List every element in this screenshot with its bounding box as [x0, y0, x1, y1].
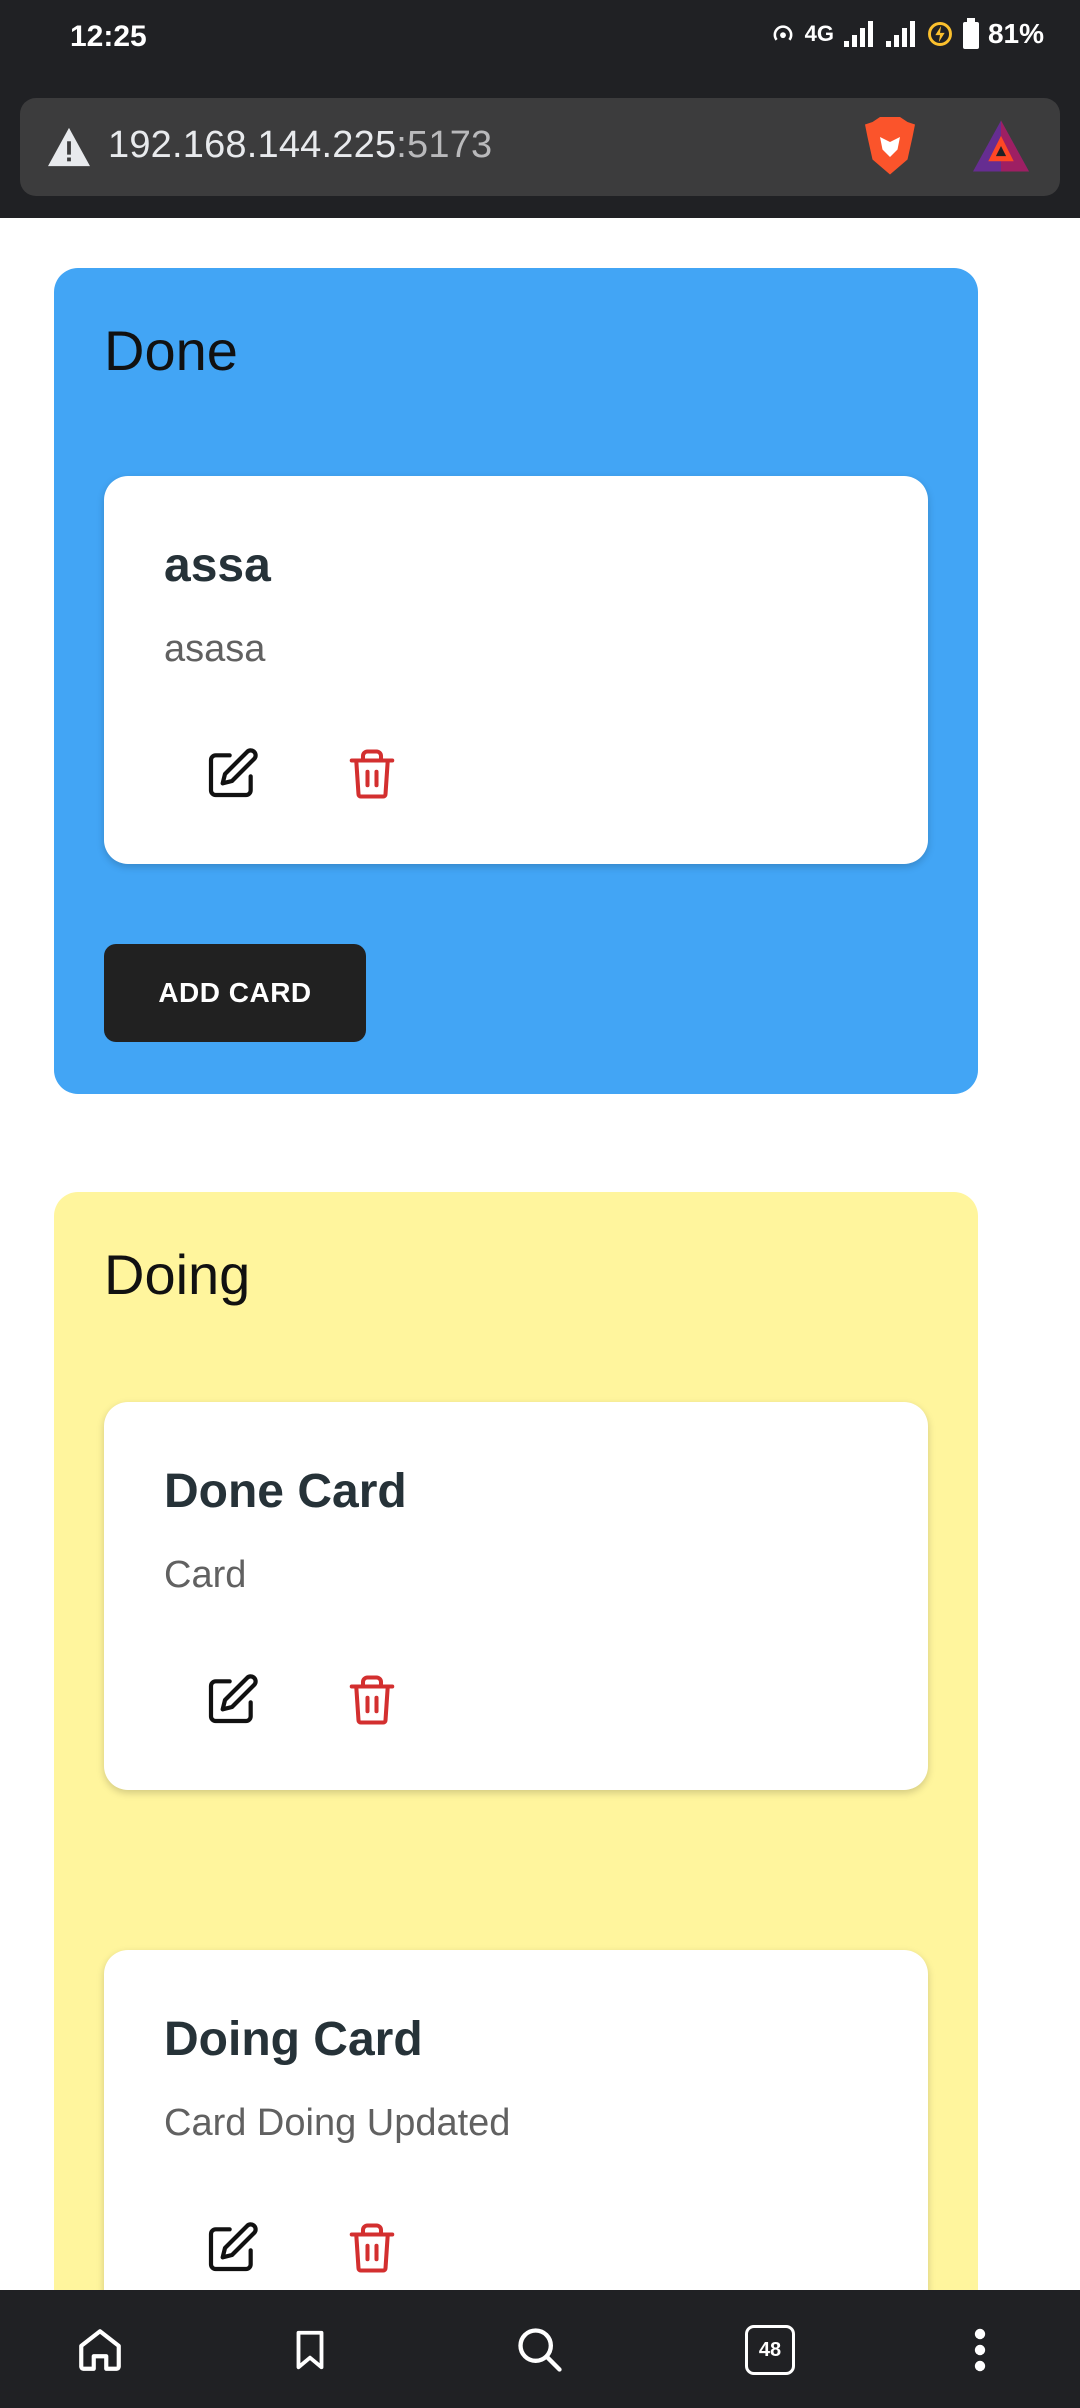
edit-button[interactable]	[204, 746, 260, 802]
card-description: Card	[164, 1554, 247, 1596]
signal-icon	[885, 21, 915, 47]
add-card-button[interactable]: ADD CARD	[104, 944, 366, 1042]
card-actions	[204, 1672, 400, 1728]
column-done: Done assa asasa ADD CARD	[54, 268, 978, 1094]
status-time: 12:25	[70, 20, 147, 53]
column-title: Done	[104, 319, 238, 382]
menu-button[interactable]	[950, 2320, 1010, 2380]
tabs-button[interactable]: 48	[740, 2320, 800, 2380]
card-title: Done Card	[164, 1465, 407, 1518]
card-title: assa	[164, 539, 271, 592]
network-type: 4G	[804, 21, 834, 46]
delete-button[interactable]	[344, 746, 400, 802]
delete-button[interactable]	[344, 1672, 400, 1728]
delete-button[interactable]	[344, 2220, 400, 2276]
browser-toolbar: 192.168.144.225:5173	[0, 78, 1080, 218]
edit-icon	[208, 2222, 258, 2272]
home-button[interactable]	[70, 2320, 130, 2380]
card-actions	[204, 2220, 400, 2276]
card-description: asasa	[164, 628, 266, 670]
card: Doing Card Card Doing Updated	[104, 1950, 928, 2290]
battery-percent: 81%	[987, 18, 1044, 49]
trash-icon	[349, 749, 395, 799]
status-bar: 12:25 4G 81%	[0, 0, 1080, 78]
trash-icon	[349, 1675, 395, 1725]
edit-button[interactable]	[204, 1672, 260, 1728]
edit-icon	[208, 748, 258, 798]
tab-count-icon: 48	[745, 2325, 795, 2375]
url-text[interactable]: 192.168.144.225:5173	[108, 124, 492, 167]
card: assa asasa	[104, 476, 928, 864]
more-vert-icon	[974, 2328, 986, 2372]
signal-icon	[843, 21, 873, 47]
card-title: Doing Card	[164, 2013, 423, 2066]
card-actions	[204, 746, 400, 802]
battery-icon	[962, 18, 979, 49]
url-host: 192.168.144.225	[108, 124, 397, 166]
url-port: :5173	[396, 124, 493, 166]
bookmarks-button[interactable]	[280, 2320, 340, 2380]
address-bar[interactable]: 192.168.144.225:5173	[20, 98, 1060, 196]
board: Done assa asasa ADD CARD Doing Done Card…	[0, 218, 1080, 2290]
hotspot-icon	[773, 25, 792, 41]
card-description: Card Doing Updated	[164, 2102, 511, 2144]
home-icon	[79, 2329, 121, 2371]
search-button[interactable]	[510, 2320, 570, 2380]
edit-button[interactable]	[204, 2220, 260, 2276]
card: Done Card Card	[104, 1402, 928, 1790]
rewards-icon[interactable]	[970, 118, 1032, 174]
warning-icon[interactable]	[46, 126, 92, 168]
status-icons: 4G 81%	[769, 18, 1044, 50]
brave-shields-icon[interactable]	[860, 114, 920, 180]
edit-icon	[208, 1674, 258, 1724]
data-saver-icon	[927, 22, 952, 46]
trash-icon	[349, 2223, 395, 2273]
column-doing: Doing Done Card Card Doing Card Card Doi…	[54, 1192, 978, 2290]
column-title: Doing	[104, 1243, 251, 1306]
search-icon	[518, 2328, 562, 2372]
bookmark-icon	[296, 2330, 324, 2370]
browser-bottom-nav: 48	[0, 2290, 1080, 2408]
